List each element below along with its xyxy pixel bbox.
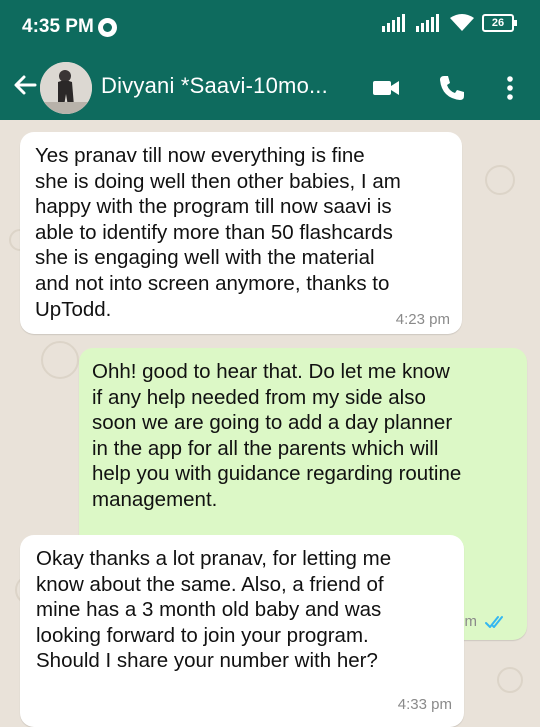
video-call-icon[interactable] xyxy=(370,72,402,104)
incoming-message-bubble[interactable]: Okay thanks a lot pranav, for letting me… xyxy=(20,535,464,727)
read-double-tick-icon xyxy=(485,615,503,628)
contact-name[interactable]: Divyani *Saavi-10mo... xyxy=(101,73,328,99)
message-meta: 4:33 pm xyxy=(398,696,452,713)
message-time: 4:23 pm xyxy=(395,311,450,328)
battery-level: 26 xyxy=(491,17,505,29)
message-time: 4:33 pm xyxy=(397,696,452,713)
more-options-icon[interactable] xyxy=(494,72,526,104)
avatar[interactable] xyxy=(40,62,92,114)
signal-icon-2 xyxy=(416,14,439,32)
incoming-message-bubble[interactable]: Yes pranav till now everything is fine s… xyxy=(20,132,462,334)
message-text: Ohh! good to hear that. Do let me know i… xyxy=(92,360,462,511)
status-time: 4:35 PM xyxy=(22,16,117,38)
voice-call-icon[interactable] xyxy=(436,72,468,104)
wifi-icon xyxy=(450,14,474,31)
back-arrow-icon[interactable] xyxy=(10,70,40,100)
message-list[interactable]: Yes pranav till now everything is fine s… xyxy=(0,120,540,727)
system-icons: 26 xyxy=(382,14,517,32)
battery-icon: 26 xyxy=(482,14,517,32)
avatar-image xyxy=(40,62,92,114)
signal-icon-1 xyxy=(382,14,405,32)
message-text: Okay thanks a lot pranav, for letting me… xyxy=(36,547,392,673)
chat-header: Divyani *Saavi-10mo... xyxy=(0,56,540,120)
message-meta: 4:23 pm xyxy=(396,311,450,328)
message-text: Yes pranav till now everything is fine s… xyxy=(35,144,401,321)
status-bar: 4:35 PM 26 xyxy=(0,0,540,56)
whatsapp-notification-icon xyxy=(97,17,117,37)
clock: 4:35 PM xyxy=(22,16,94,37)
